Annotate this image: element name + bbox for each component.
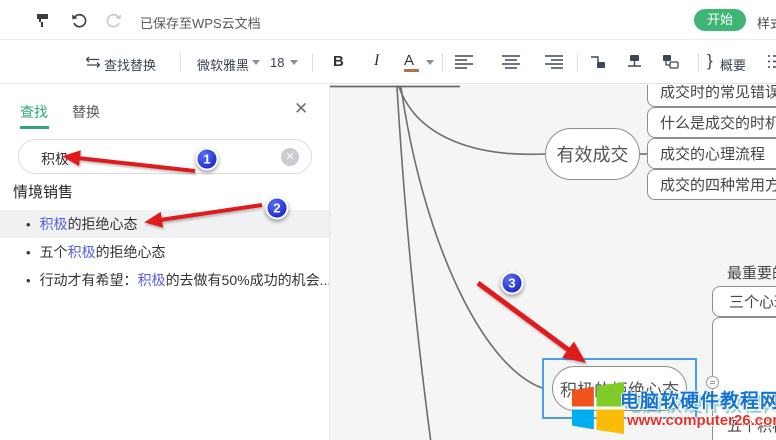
divider <box>312 53 313 72</box>
outline-brace-icon: } <box>707 51 713 70</box>
result-match-text: 积极 <box>39 216 68 232</box>
divider <box>698 53 699 72</box>
bold-button[interactable]: B <box>333 53 344 70</box>
chevron-down-icon[interactable] <box>290 60 298 65</box>
format-painter-icon[interactable] <box>34 12 51 29</box>
mindmap-node-label[interactable]: 五个积极 <box>727 415 776 436</box>
result-text: 五个 <box>39 244 68 260</box>
result-text: 行动才有希望： <box>39 272 138 288</box>
search-input[interactable]: 积极 ✕ <box>18 139 312 174</box>
divider <box>180 53 181 72</box>
close-icon[interactable]: ✕ <box>294 99 308 119</box>
mindmap-node[interactable]: 成交的四种常用方法 <box>647 169 776 200</box>
result-group-title: 情境销售 <box>13 184 74 201</box>
italic-button[interactable]: I <box>374 52 379 70</box>
find-replace-button[interactable]: 查找替换 <box>104 55 156 74</box>
font-size-select[interactable]: 18 <box>270 55 284 70</box>
start-tab-button[interactable]: 开始 <box>694 9 746 31</box>
search-result-item[interactable]: • 行动才有希望：积极的去做有50%成功的机会... <box>0 266 329 294</box>
font-name-select[interactable]: 微软雅黑 <box>197 55 249 74</box>
chevron-down-icon[interactable] <box>426 60 434 65</box>
mindmap-node-selected[interactable]: 积极的拒绝心态 <box>552 366 687 411</box>
result-text: 的拒绝心态 <box>95 244 166 260</box>
toolbar: 查找替换 微软雅黑 18 B I A} 概要 <box>0 40 776 84</box>
mindmap-node[interactable]: 成交的心理流程 <box>647 138 776 169</box>
find-replace-icon <box>86 56 100 68</box>
mindmap-node[interactable]: 成交时的常见错误 <box>647 85 776 107</box>
mindmap-canvas[interactable]: 有效成交 成交时的常见错误 什么是成交的时机 成交的心理流程 成交的四种常用方法… <box>330 85 776 440</box>
undo-icon[interactable] <box>70 12 87 29</box>
tab-replace[interactable]: 替换 <box>72 102 100 122</box>
bullet-icon: • <box>26 273 31 288</box>
bullet-icon: • <box>26 245 31 260</box>
result-match-text: 积极 <box>67 244 96 260</box>
search-result-item[interactable]: • 积极的拒绝心态 <box>0 210 329 238</box>
font-color-button[interactable]: A <box>404 52 419 72</box>
divider <box>442 53 443 72</box>
result-match-text: 积极 <box>137 272 166 288</box>
bullet-icon: • <box>26 217 31 232</box>
font-color-swatch <box>404 69 419 72</box>
search-result-item[interactable]: • 五个积极的拒绝心态 <box>0 238 329 266</box>
titlebar: 已保存至WPS云文档 开始 样式 <box>0 0 776 40</box>
mindmap-node[interactable]: 三个心理 <box>712 286 776 317</box>
mindmap-node[interactable]: 什么是成交的时机 <box>647 107 776 138</box>
outline-button[interactable]: 概要 <box>720 55 746 74</box>
result-text: 的去做有50%成功的机会... <box>165 272 329 288</box>
insert-subtopic-icon[interactable] <box>589 54 606 69</box>
tab-find[interactable]: 查找 <box>20 102 49 129</box>
style-tab-button[interactable]: 样式 <box>757 13 776 32</box>
wps-mindmap-window: 已保存至WPS云文档 开始 样式 查找替换 微软雅黑 18 B I A <box>0 0 776 440</box>
align-left-icon[interactable] <box>455 55 473 69</box>
insert-topic-icon[interactable] <box>626 54 643 69</box>
font-color-letter: A <box>404 52 415 69</box>
align-center-icon[interactable] <box>502 55 520 69</box>
numbered-list-icon[interactable] <box>768 54 776 69</box>
redo-icon[interactable] <box>106 12 123 29</box>
divider <box>577 53 578 72</box>
align-right-icon[interactable] <box>545 55 563 69</box>
collapse-node-icon[interactable] <box>706 376 719 389</box>
mindmap-node-effective-deal[interactable]: 有效成交 <box>545 128 640 180</box>
tab-find-label: 查找 <box>20 104 48 120</box>
find-replace-panel: 查找 替换 ✕ 积极 ✕ 情境销售 • 积极的拒绝心态 • 五个积极的拒绝心态 • 行… <box>0 85 330 440</box>
save-status-text: 已保存至WPS云文档 <box>140 16 261 31</box>
search-input-value: 积极 <box>41 151 69 167</box>
clear-search-icon[interactable]: ✕ <box>281 148 299 166</box>
result-text: 的拒绝心态 <box>67 216 138 232</box>
mindmap-node-label[interactable]: 最重要的 <box>727 262 776 283</box>
active-tab-underline <box>20 126 49 129</box>
chevron-down-icon[interactable] <box>252 60 260 65</box>
insert-sibling-topic-icon[interactable] <box>662 54 679 69</box>
